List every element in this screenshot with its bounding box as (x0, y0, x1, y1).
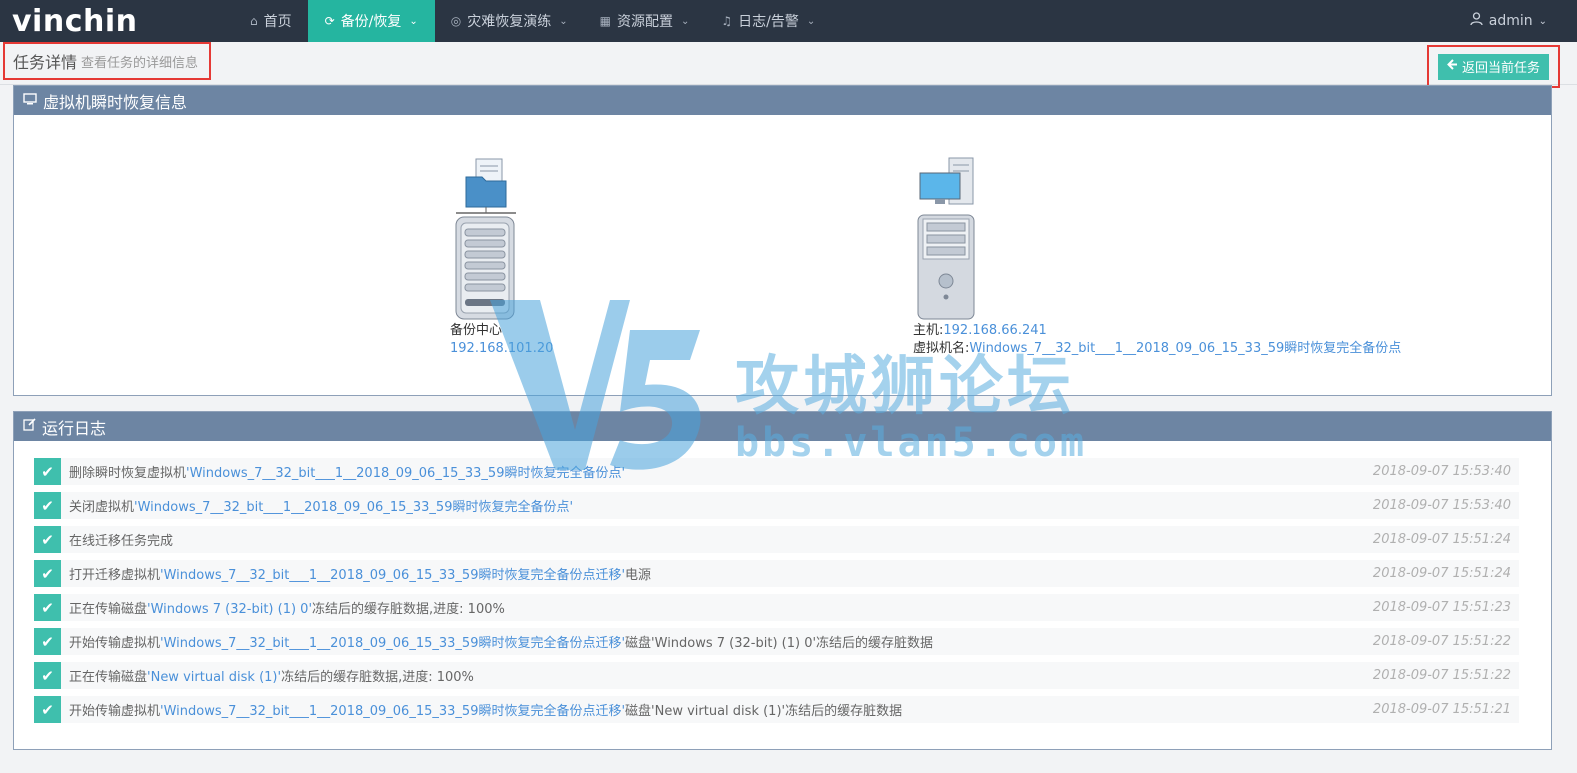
chevron-down-icon: ⌄ (409, 15, 418, 27)
nav-item-label: 备份/恢复 (340, 14, 402, 30)
log-entry: ✔ 关闭虚拟机'Windows_7__32_bit___1__2018_09_0… (34, 492, 1519, 519)
host-line: 主机:192.168.66.241 (913, 322, 1401, 340)
vm-name[interactable]: Windows_7__32_bit___1__2018_09_06_15_33_… (969, 341, 1401, 356)
log-timestamp: 2018-09-07 15:51:24 (1372, 532, 1511, 547)
check-icon: ✔ (34, 492, 61, 519)
nav-item-home[interactable]: ⌂ 首页 (234, 0, 308, 42)
log-timestamp: 2018-09-07 15:51:22 (1372, 634, 1511, 649)
check-icon: ✔ (34, 560, 61, 587)
back-button-label: 返回当前任务 (1461, 61, 1540, 76)
log-entry: ✔ 正在传输磁盘'Windows 7 (32-bit) (1) 0'冻结后的缓存… (34, 594, 1519, 621)
panel-header: 虚拟机瞬时恢复信息 (14, 86, 1551, 115)
back-to-current-task-button[interactable]: 返回当前任务 (1437, 53, 1549, 80)
log-timestamp: 2018-09-07 15:51:21 (1372, 702, 1511, 717)
monitor-icon (23, 92, 37, 109)
nav-item-backup-restore[interactable]: ⟳ 备份/恢复 ⌄ (307, 0, 435, 48)
bell-icon: ♫ (721, 14, 733, 28)
log-message: 开始传输虚拟机'Windows_7__32_bit___1__2018_09_0… (69, 704, 903, 719)
log-message: 删除瞬时恢复虚拟机'Windows_7__32_bit___1__2018_09… (69, 466, 626, 481)
log-entry: ✔ 开始传输虚拟机'Windows_7__32_bit___1__2018_09… (34, 696, 1519, 723)
top-navbar: vinchin ⌂ 首页 ⟳ 备份/恢复 ⌄ ◎ 灾难恢复演练 ⌄ ▦ 资源配置… (0, 0, 1577, 48)
log-timestamp: 2018-09-07 15:53:40 (1372, 498, 1511, 513)
log-message: 在线迁移任务完成 (69, 534, 174, 549)
chevron-down-icon: ⌄ (681, 15, 690, 27)
check-icon: ✔ (34, 696, 61, 723)
chevron-down-icon: ⌄ (806, 15, 816, 27)
check-icon: ✔ (34, 594, 61, 621)
grid-icon: ▦ (599, 14, 612, 28)
logo[interactable]: vinchin (0, 0, 234, 42)
run-log-panel: 运行日志 ✔ 删除瞬时恢复虚拟机'Windows_7__32_bit___1__… (13, 411, 1552, 750)
chevron-down-icon: ⌄ (1538, 15, 1547, 27)
host-node: 主机:192.168.66.241 虚拟机名:Windows_7__32_bit… (913, 157, 1401, 358)
page-title: 任务详情 (13, 53, 78, 72)
log-message: 正在传输磁盘'Windows 7 (32-bit) (1) 0'冻结后的缓存脏数… (69, 602, 505, 617)
check-icon: ✔ (34, 458, 61, 485)
host-label: 主机: (913, 323, 944, 338)
backup-center-label: 备份中心 (450, 323, 503, 338)
chevron-down-icon: ⌄ (559, 15, 568, 27)
log-timestamp: 2018-09-07 15:51:22 (1372, 668, 1511, 683)
main-nav: ⌂ 首页 ⟳ 备份/恢复 ⌄ ◎ 灾难恢复演练 ⌄ ▦ 资源配置 ⌄ ♫ 日志/… (234, 0, 831, 48)
target-icon: ◎ (450, 14, 462, 28)
page-title-highlight: 任务详情 查看任务的详细信息 (3, 42, 211, 80)
host-computer-icon (917, 157, 975, 320)
back-button-highlight: 返回当前任务 (1427, 45, 1560, 88)
nav-item-label: 资源配置 (617, 14, 674, 30)
nav-item-dr-drill[interactable]: ◎ 灾难恢复演练 ⌄ (435, 0, 584, 42)
vm-instant-restore-panel: 虚拟机瞬时恢复信息 备份中心 192.168.101.20 主机:192.168… (13, 85, 1552, 396)
log-timestamp: 2018-09-07 15:53:40 (1372, 464, 1511, 479)
log-timestamp: 2018-09-07 15:51:23 (1372, 600, 1511, 615)
nav-item-label: 灾难恢复演练 (467, 14, 552, 30)
log-entry: ✔ 删除瞬时恢复虚拟机'Windows_7__32_bit___1__2018_… (34, 458, 1519, 485)
nav-item-logs-alerts[interactable]: ♫ 日志/告警 ⌄ (705, 0, 831, 42)
check-icon: ✔ (34, 662, 61, 689)
vm-name-line: 虚拟机名:Windows_7__32_bit___1__2018_09_06_1… (913, 340, 1401, 358)
nav-item-resources[interactable]: ▦ 资源配置 ⌄ (584, 0, 706, 42)
log-message: 开始传输虚拟机'Windows_7__32_bit___1__2018_09_0… (69, 636, 934, 651)
backup-center-node: 备份中心 192.168.101.20 (450, 157, 553, 358)
log-entry: ✔ 打开迁移虚拟机'Windows_7__32_bit___1__2018_09… (34, 560, 1519, 587)
page-header: 任务详情 查看任务的详细信息 返回当前任务 (0, 42, 1577, 88)
backup-center-ip[interactable]: 192.168.101.20 (450, 340, 553, 358)
log-message: 关闭虚拟机'Windows_7__32_bit___1__2018_09_06_… (69, 500, 574, 515)
refresh-icon: ⟳ (324, 14, 335, 28)
panel-body: 备份中心 192.168.101.20 主机:192.168.66.241 虚拟… (14, 115, 1551, 396)
log-entry: ✔ 正在传输磁盘'New virtual disk (1)'冻结后的缓存脏数据,… (34, 662, 1519, 689)
panel-title: 虚拟机瞬时恢复信息 (43, 92, 188, 112)
log-timestamp: 2018-09-07 15:51:24 (1372, 566, 1511, 581)
check-icon: ✔ (34, 526, 61, 553)
log-list: ✔ 删除瞬时恢复虚拟机'Windows_7__32_bit___1__2018_… (14, 441, 1551, 723)
nav-item-label: 首页 (263, 14, 292, 30)
user-menu[interactable]: admin ⌄ (1470, 12, 1547, 30)
log-entry: ✔ 在线迁移任务完成 2018-09-07 15:51:24 (34, 526, 1519, 553)
check-icon: ✔ (34, 628, 61, 655)
home-icon: ⌂ (250, 14, 258, 28)
edit-icon (23, 418, 36, 435)
host-ip[interactable]: 192.168.66.241 (943, 323, 1046, 338)
page-subtitle: 查看任务的详细信息 (81, 55, 199, 71)
nav-item-label: 日志/告警 (738, 14, 799, 30)
arrow-left-icon (1447, 59, 1458, 74)
user-icon (1470, 12, 1483, 30)
panel-title: 运行日志 (42, 418, 107, 438)
log-entry: ✔ 开始传输虚拟机'Windows_7__32_bit___1__2018_09… (34, 628, 1519, 655)
username: admin (1488, 13, 1533, 29)
panel-header: 运行日志 (14, 412, 1551, 441)
backup-server-icon (455, 158, 516, 320)
log-message: 正在传输磁盘'New virtual disk (1)'冻结后的缓存脏数据,进度… (69, 670, 474, 685)
vm-name-label: 虚拟机名: (913, 341, 970, 356)
log-message: 打开迁移虚拟机'Windows_7__32_bit___1__2018_09_0… (69, 568, 652, 583)
